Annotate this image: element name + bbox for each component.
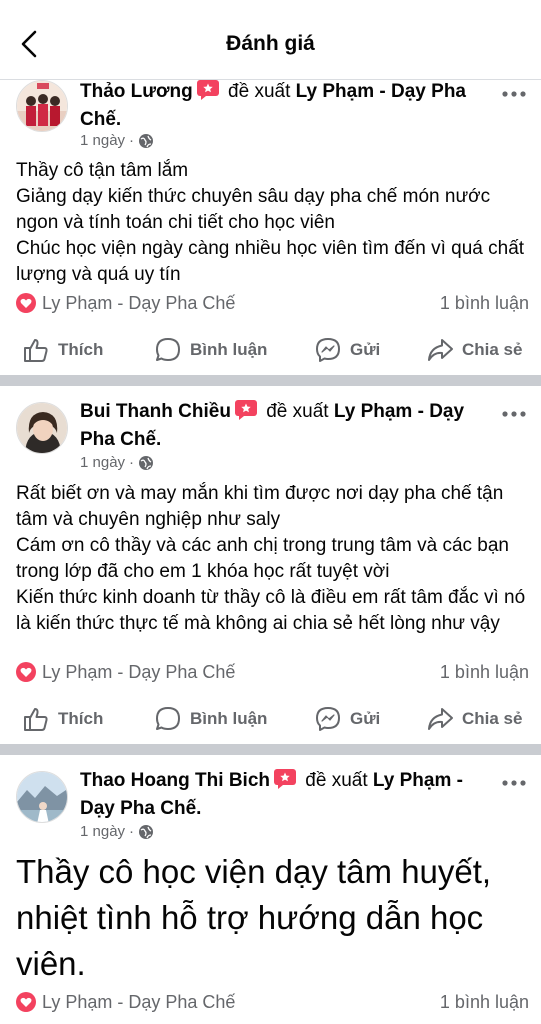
post-meta: 1 ngày · xyxy=(80,823,154,840)
like-icon xyxy=(24,339,48,362)
comment-icon xyxy=(156,707,180,730)
avatar[interactable] xyxy=(16,402,68,454)
footer-page-name: Ly Phạm - Dạy Pha Chế xyxy=(42,991,236,1012)
comment-icon xyxy=(156,338,180,361)
recommend-label: đề xuất xyxy=(305,770,368,791)
comment-label: Bình luận xyxy=(190,340,268,359)
comment-count[interactable]: 1 bình luận xyxy=(440,662,529,683)
share-icon xyxy=(428,708,453,730)
post-time[interactable]: 1 ngày xyxy=(80,454,125,471)
globe-icon xyxy=(139,455,154,470)
messenger-icon xyxy=(316,338,340,362)
send-button[interactable]: Gửi xyxy=(314,705,380,733)
review-text: Thầy cô tận tâm lắm Giảng dạy kiến thức … xyxy=(16,160,525,285)
post-header: Thảo Lương đề xuất Ly Phạm - Dạy Pha Chế… xyxy=(80,78,477,134)
like-label: Thích xyxy=(58,709,104,728)
share-button[interactable]: Chia sẻ xyxy=(426,336,522,364)
like-label: Thích xyxy=(58,340,104,359)
author-name[interactable]: Thảo Lương xyxy=(80,81,193,102)
comment-label: Bình luận xyxy=(190,709,268,728)
avatar-image xyxy=(17,772,67,822)
footer-page-name: Ly Phạm - Dạy Pha Chế xyxy=(42,292,236,313)
post-stats: Ly Phạm - Dạy Pha Chế 1 bình luận xyxy=(16,988,529,1016)
action-bar: Thích Bình luận Gửi Chia sẻ xyxy=(0,699,541,739)
share-label: Chia sẻ xyxy=(462,709,523,728)
post-time[interactable]: 1 ngày xyxy=(80,823,125,840)
heart-icon xyxy=(16,992,36,1012)
messenger-icon xyxy=(316,707,340,731)
share-label: Chia sẻ xyxy=(462,340,523,359)
post-stats: Ly Phạm - Dạy Pha Chế 1 bình luận xyxy=(16,289,529,317)
recommend-label: đề xuất xyxy=(228,81,291,102)
post-stats: Ly Phạm - Dạy Pha Chế 1 bình luận xyxy=(16,658,529,686)
meta-separator: · xyxy=(129,132,135,149)
footer-page-name: Ly Phạm - Dạy Pha Chế xyxy=(42,661,236,682)
recommend-flag-icon xyxy=(274,769,296,789)
post-header: Bui Thanh Chiều đề xuất Ly Phạm - Dạy Ph… xyxy=(80,398,477,454)
comment-count[interactable]: 1 bình luận xyxy=(440,992,529,1013)
more-options-icon[interactable] xyxy=(499,773,529,793)
share-button[interactable]: Chia sẻ xyxy=(426,705,522,733)
globe-icon xyxy=(139,133,154,148)
page-title: Đánh giá xyxy=(226,32,315,55)
comment-button[interactable]: Bình luận xyxy=(154,705,267,733)
recommend-flag-icon xyxy=(234,400,257,420)
review-post: Thảo Lương đề xuất Ly Phạm - Dạy Pha Chế… xyxy=(0,80,541,375)
share-icon xyxy=(428,339,453,361)
author-name[interactable]: Bui Thanh Chiều xyxy=(80,401,231,422)
avatar-image xyxy=(17,403,67,453)
post-meta: 1 ngày · xyxy=(80,132,154,149)
avatar-image xyxy=(17,81,67,131)
meta-separator: · xyxy=(129,454,135,471)
post-header: Thao Hoang Thi Bich đề xuất Ly Phạm - Dạ… xyxy=(80,767,477,823)
like-button[interactable]: Thích xyxy=(22,336,103,364)
send-button[interactable]: Gửi xyxy=(314,336,380,364)
post-time[interactable]: 1 ngày xyxy=(80,132,125,149)
review-text: Thầy cô học viện dạy tâm huyết, nhiệt tì… xyxy=(16,853,492,982)
review-post: Bui Thanh Chiều đề xuất Ly Phạm - Dạy Ph… xyxy=(0,386,541,744)
like-icon xyxy=(24,708,48,731)
author-name[interactable]: Thao Hoang Thi Bich xyxy=(80,770,270,791)
comment-button[interactable]: Bình luận xyxy=(154,336,267,364)
recommend-summary[interactable]: Ly Phạm - Dạy Pha Chế xyxy=(16,662,235,683)
recommend-flag-icon xyxy=(196,80,219,100)
meta-separator: · xyxy=(129,823,135,840)
recommend-label: đề xuất xyxy=(266,401,329,422)
recommend-summary[interactable]: Ly Phạm - Dạy Pha Chế xyxy=(16,293,235,314)
send-label: Gửi xyxy=(350,340,381,359)
like-button[interactable]: Thích xyxy=(22,705,103,733)
review-post: Thao Hoang Thi Bich đề xuất Ly Phạm - Dạ… xyxy=(0,755,541,1024)
recommend-summary[interactable]: Ly Phạm - Dạy Pha Chế xyxy=(16,992,235,1013)
post-divider xyxy=(0,744,541,755)
more-options-icon[interactable] xyxy=(499,84,529,104)
comment-count[interactable]: 1 bình luận xyxy=(440,293,529,314)
header: Đánh giá xyxy=(0,0,541,80)
heart-icon xyxy=(16,662,36,682)
post-meta: 1 ngày · xyxy=(80,454,154,471)
action-bar: Thích Bình luận Gửi Chia sẻ xyxy=(0,330,541,370)
review-text: Rất biết ơn và may mắn khi tìm được nơi … xyxy=(16,483,526,634)
heart-icon xyxy=(16,293,36,313)
avatar[interactable] xyxy=(16,80,68,132)
send-label: Gửi xyxy=(350,709,381,728)
post-divider xyxy=(0,375,541,386)
globe-icon xyxy=(139,824,154,839)
more-options-icon[interactable] xyxy=(499,404,529,424)
avatar[interactable] xyxy=(16,771,68,823)
